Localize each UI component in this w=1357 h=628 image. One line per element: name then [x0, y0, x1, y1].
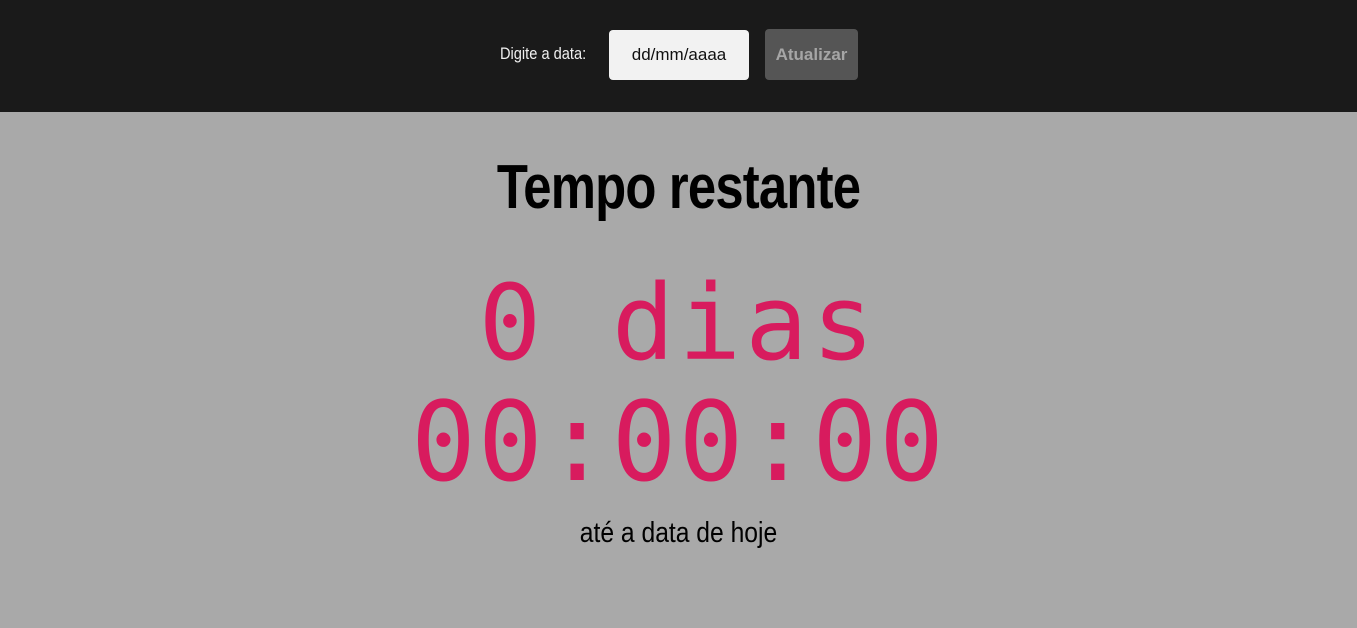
footer-text: até a data de hoje [579, 517, 778, 549]
header-bar: Digite a data: Atualizar [0, 0, 1357, 112]
page-title: Tempo restante [496, 153, 861, 222]
update-button[interactable]: Atualizar [765, 29, 858, 80]
days-display: 0 dias [478, 262, 879, 384]
date-input[interactable] [609, 30, 749, 80]
time-display: 00:00:00 [411, 378, 946, 506]
date-label: Digite a data: [500, 44, 587, 63]
